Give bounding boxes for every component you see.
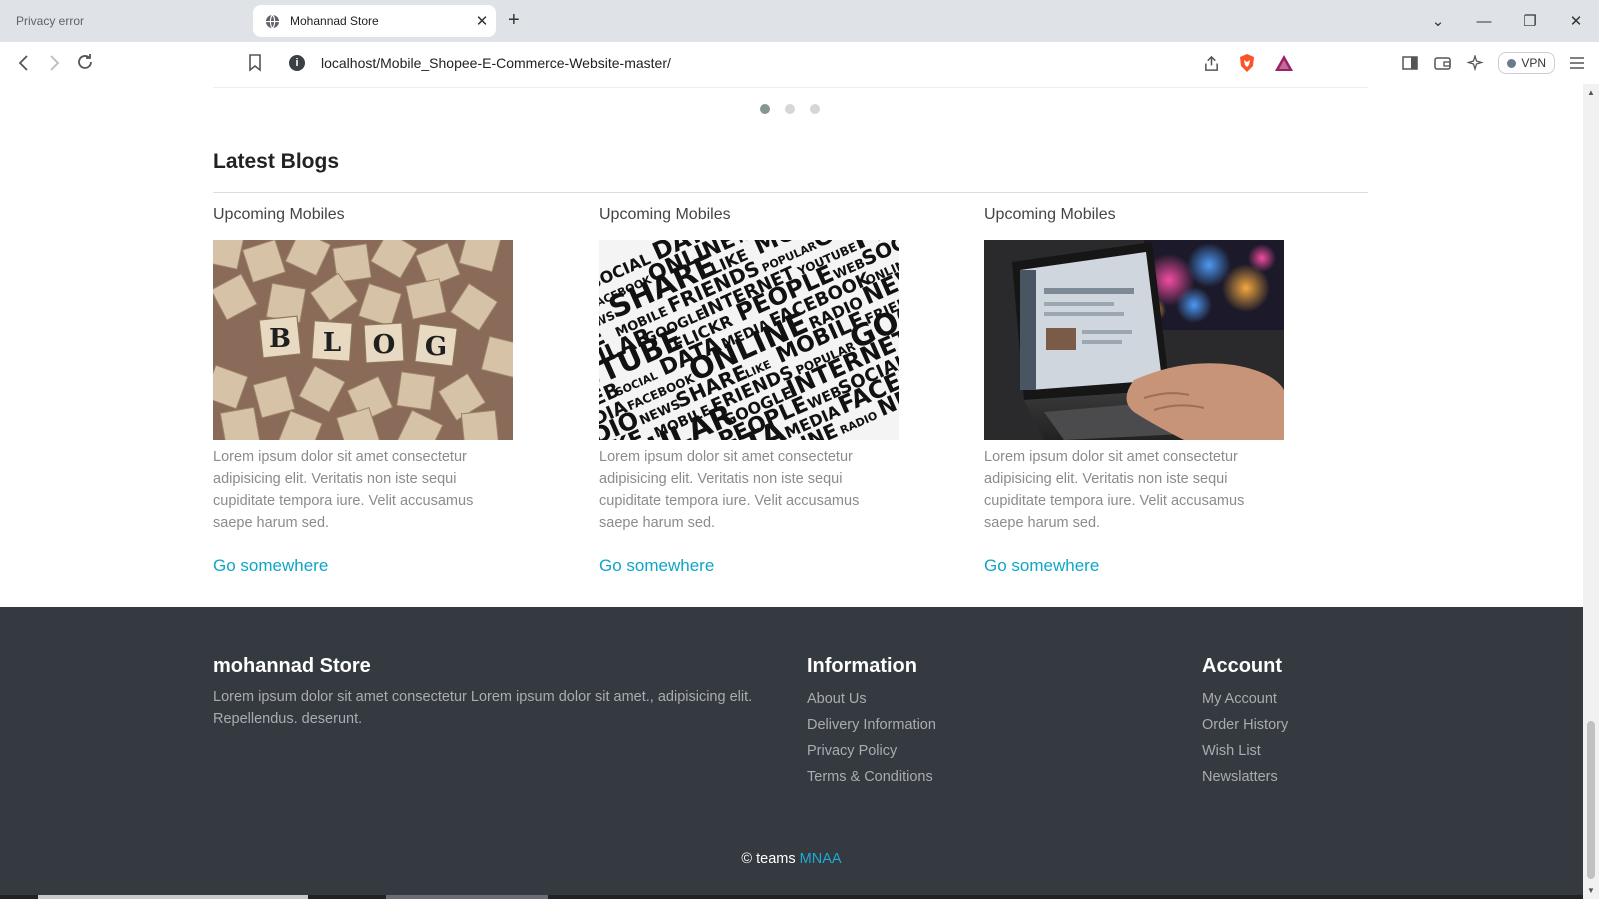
footer-link-about-us[interactable]: About Us (807, 686, 936, 712)
blog-card-title: Upcoming Mobiles (599, 206, 731, 223)
footer-store-text: Lorem ipsum dolor sit amet consectetur L… (213, 689, 753, 727)
vpn-status-icon (1507, 58, 1517, 68)
page-viewport: Latest Blogs Upcoming Mobiles B L O G Lo… (0, 84, 1583, 899)
menu-icon[interactable] (1569, 56, 1585, 70)
footer-link-newsletters[interactable]: Newslatters (1202, 764, 1288, 790)
url-text[interactable]: localhost/Mobile_Shopee-E-Commerce-Websi… (321, 55, 1203, 71)
wallet-icon[interactable] (1434, 55, 1452, 71)
go-somewhere-link[interactable]: Go somewhere (984, 556, 1289, 576)
browser-toolbar: i localhost/Mobile_Shopee-E-Commerce-Web… (0, 42, 1599, 84)
copyright-brand-link[interactable]: MNAA (800, 851, 842, 867)
svg-text:O: O (373, 330, 396, 360)
go-somewhere-link[interactable]: Go somewhere (599, 556, 904, 576)
footer-link-privacy-policy[interactable]: Privacy Policy (807, 738, 936, 764)
blog-card: Upcoming Mobiles (984, 206, 1289, 576)
scroll-down-arrow-icon[interactable]: ▼ (1587, 886, 1595, 895)
close-tab-icon[interactable]: ✕ (468, 12, 496, 30)
svg-text:B: B (269, 324, 291, 354)
latest-blogs-heading: Latest Blogs (213, 150, 340, 173)
window-controls: ⌄ — ❐ ✕ (1415, 0, 1599, 42)
reload-icon[interactable] (76, 53, 94, 71)
blog-scrabble-image: B L O G (213, 240, 513, 440)
footer-account-column: Account My Account Order History Wish Li… (1202, 655, 1288, 790)
blog-card-title: Upcoming Mobiles (984, 206, 1116, 223)
blog-card-text: Lorem ipsum dolor sit amet consectetur a… (599, 449, 860, 531)
vpn-button[interactable]: VPN (1498, 52, 1555, 74)
footer-link-order-history[interactable]: Order History (1202, 712, 1288, 738)
blog-laptop-image (984, 240, 1284, 440)
vpn-label: VPN (1521, 56, 1546, 70)
footer-store-column: mohannad Store Lorem ipsum dolor sit ame… (213, 655, 758, 730)
page-scrollbar[interactable]: ▲ ▼ (1583, 84, 1599, 899)
copyright-prefix: © teams (741, 851, 796, 867)
new-tab-button[interactable]: + (508, 8, 520, 32)
address-bar[interactable]: i localhost/Mobile_Shopee-E-Commerce-Web… (280, 47, 1314, 79)
tab-mohannad-store[interactable]: Mohannad Store ✕ (253, 5, 496, 37)
bottom-strip (0, 895, 1583, 899)
bottom-strip-segment (386, 895, 548, 899)
tab-label: Mohannad Store (290, 14, 379, 28)
section-divider (213, 192, 1368, 193)
tab-search-icon[interactable]: ⌄ (1415, 12, 1461, 30)
footer-store-title: mohannad Store (213, 655, 371, 677)
toolbar-actions: VPN (1402, 42, 1599, 84)
go-somewhere-link[interactable]: Go somewhere (213, 556, 518, 576)
carousel-dot-2[interactable] (785, 104, 795, 114)
site-info-icon[interactable]: i (289, 55, 305, 71)
blog-card: Upcoming Mobiles (213, 206, 518, 576)
carousel-dots (760, 104, 820, 114)
bottom-strip-segment (38, 895, 308, 899)
copyright-text: © teams MNAA (0, 851, 1583, 867)
bookmark-icon[interactable] (248, 54, 262, 72)
svg-text:G: G (425, 332, 447, 362)
blog-card-text: Lorem ipsum dolor sit amet consectetur a… (213, 449, 474, 531)
scroll-up-arrow-icon[interactable]: ▲ (1587, 88, 1595, 97)
tab-privacy-error[interactable]: Privacy error (0, 0, 250, 42)
back-icon[interactable] (16, 54, 32, 72)
brave-rewards-icon[interactable] (1274, 54, 1294, 72)
footer-information-column: Information About Us Delivery Informatio… (807, 655, 936, 790)
blog-card-text: Lorem ipsum dolor sit amet consectetur a… (984, 449, 1245, 531)
scrollbar-thumb[interactable] (1587, 721, 1595, 879)
close-window-icon[interactable]: ✕ (1553, 12, 1599, 30)
carousel-dot-3[interactable] (810, 104, 820, 114)
footer-link-terms-conditions[interactable]: Terms & Conditions (807, 764, 936, 790)
carousel-dot-1[interactable] (760, 104, 770, 114)
brave-shield-icon[interactable] (1238, 53, 1256, 73)
tab-label: Privacy error (16, 14, 85, 28)
blog-word-cloud-image: WEBSOCIALDATAMEDIAFACEBOOKONLINEMEDIAFAC… (599, 240, 899, 440)
restore-icon[interactable]: ❐ (1507, 12, 1553, 30)
sidebar-icon[interactable] (1402, 55, 1419, 71)
browser-tab-bar: Privacy error Mohannad Store ✕ + ⌄ — ❐ ✕ (0, 0, 1599, 42)
footer-link-my-account[interactable]: My Account (1202, 686, 1288, 712)
blog-card: Upcoming Mobiles WEBSOCIALDATAMEDIAFACEB… (599, 206, 904, 576)
footer-information-title: Information (807, 655, 917, 677)
globe-icon (265, 14, 280, 28)
forward-icon[interactable] (46, 54, 62, 72)
svg-text:L: L (323, 328, 341, 358)
blog-card-title: Upcoming Mobiles (213, 206, 345, 223)
leo-ai-icon[interactable] (1467, 54, 1485, 72)
footer-account-title: Account (1202, 655, 1282, 677)
site-footer: mohannad Store Lorem ipsum dolor sit ame… (0, 607, 1583, 899)
minimize-icon[interactable]: — (1461, 13, 1507, 30)
share-icon[interactable] (1203, 55, 1220, 72)
footer-link-delivery-information[interactable]: Delivery Information (807, 712, 936, 738)
footer-link-wish-list[interactable]: Wish List (1202, 738, 1288, 764)
carousel-bottom-edge (213, 84, 1368, 88)
